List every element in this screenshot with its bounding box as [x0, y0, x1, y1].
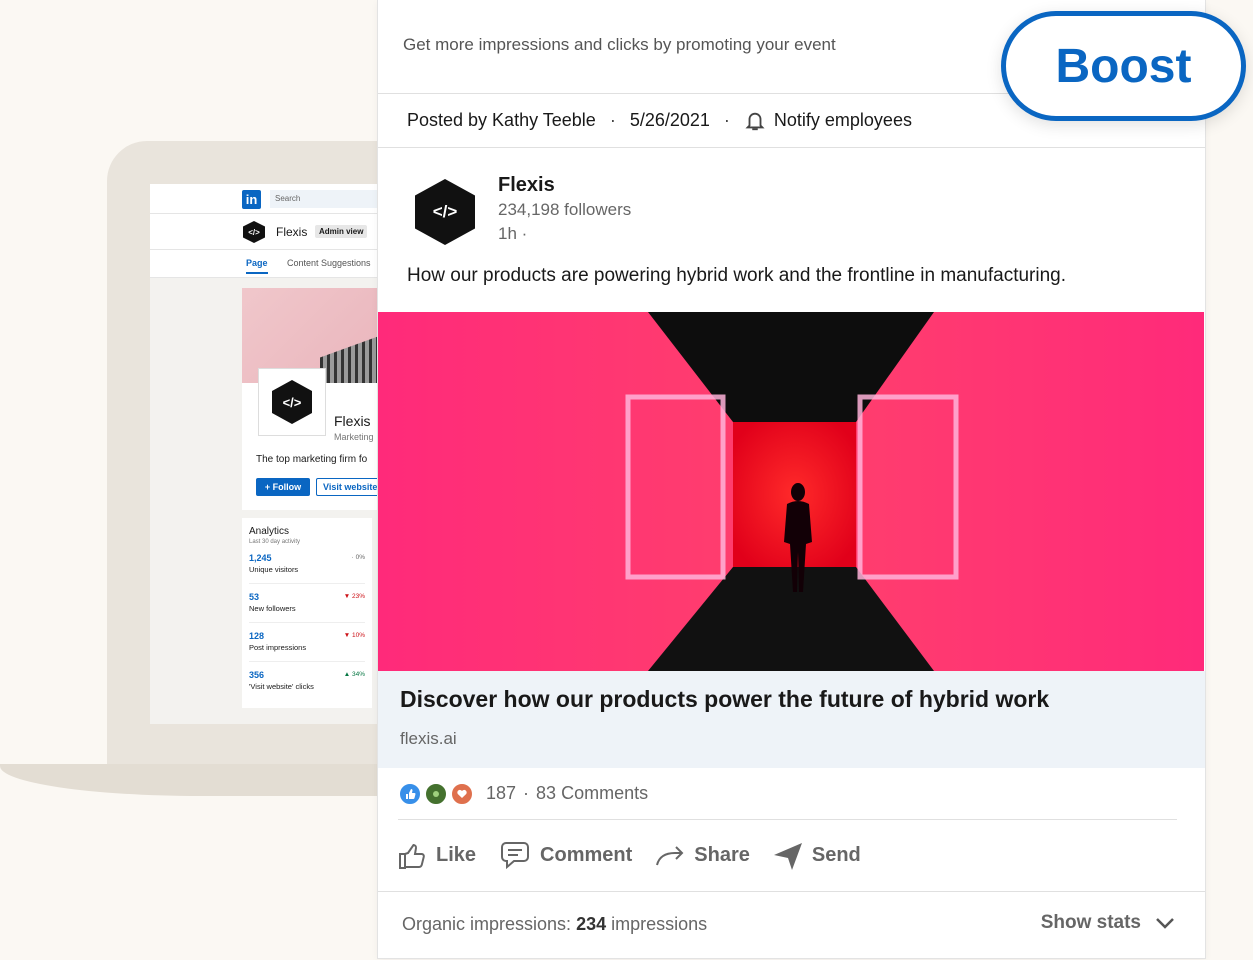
link-title[interactable]: Discover how our products power the futu…: [400, 686, 1049, 713]
send-label: Send: [811, 844, 861, 866]
send-button[interactable]: Send: [772, 840, 861, 872]
stat-label: Post impressions: [249, 643, 307, 652]
page-logo: </>: [258, 368, 326, 436]
company-name: Flexis: [276, 225, 308, 239]
stat-delta: ▲ 34%: [343, 671, 365, 678]
reaction-icons[interactable]: [398, 781, 476, 806]
tab-page[interactable]: Page: [246, 258, 268, 274]
thumbs-up-icon: [399, 843, 425, 869]
analytics-stat[interactable]: 53 New followers ▼ 23%: [249, 584, 365, 623]
show-stats-button[interactable]: Show stats: [1041, 912, 1175, 934]
stat-value: 53: [249, 592, 260, 602]
link-preview[interactable]: Discover how our products power the futu…: [378, 671, 1205, 768]
like-button[interactable]: Like: [396, 840, 476, 872]
comment-icon: [501, 841, 530, 869]
post-author: </> Flexis 234,198 followers 1h ·: [378, 148, 1205, 260]
stat-value: 128: [249, 631, 265, 641]
admin-view-badge[interactable]: Admin view: [315, 225, 368, 238]
comment-label: Comment: [540, 844, 633, 866]
company-logo-icon: </>: [243, 221, 265, 243]
separator: ·: [723, 110, 730, 130]
analytics-stat[interactable]: 1,245 Unique visitors · 0%: [249, 545, 365, 584]
post-date: 5/26/2021: [629, 110, 710, 130]
social-counts: 187 · 83 Comments: [398, 768, 1177, 820]
company-logo-icon: </>: [272, 380, 312, 424]
tab-content-suggestions[interactable]: Content Suggestions: [287, 258, 371, 268]
post-time: 1h ·: [498, 224, 528, 243]
comment-button[interactable]: Comment: [498, 841, 632, 871]
page-industry: Marketing: [334, 432, 374, 442]
comment-count[interactable]: 83 Comments: [536, 783, 648, 804]
post-stats-bar: Organic impressions: 234 impressions Sho…: [378, 892, 1205, 956]
share-label: Share: [694, 844, 750, 866]
stat-label: 'Visit website' clicks: [249, 682, 314, 691]
show-stats-label: Show stats: [1040, 912, 1141, 933]
page-tagline: The top marketing firm fo: [256, 454, 368, 465]
send-icon: [773, 842, 802, 870]
stat-delta: ▼ 10%: [343, 632, 365, 639]
love-reaction-icon: [450, 781, 474, 806]
stat-label: New followers: [249, 604, 296, 613]
separator: ·: [609, 110, 616, 130]
follow-button[interactable]: + Follow: [256, 478, 310, 496]
link-domain: flexis.ai: [400, 729, 457, 748]
analytics-stat[interactable]: 128 Post impressions ▼ 10%: [249, 623, 365, 662]
company-logo-icon[interactable]: </>: [415, 179, 475, 245]
post-text: How our products are powering hybrid wor…: [407, 265, 1067, 286]
analytics-stat[interactable]: 356 'Visit website' clicks ▲ 34%: [249, 662, 365, 701]
page-name: Flexis: [334, 413, 371, 429]
post-card: Get more impressions and clicks by promo…: [378, 0, 1205, 958]
notify-employees-link[interactable]: Notify employees: [774, 110, 912, 131]
analytics-title: Analytics: [249, 526, 290, 537]
promotion-text: Get more impressions and clicks by promo…: [403, 35, 836, 54]
like-label: Like: [436, 844, 477, 866]
stat-delta: ▼ 23%: [343, 593, 365, 600]
stat-label: Unique visitors: [249, 565, 299, 574]
like-reaction-icon: [398, 781, 422, 806]
post-actions: Like Comment Share Send: [378, 820, 1205, 892]
post-image[interactable]: [378, 312, 1204, 671]
posted-by: Posted by Kathy Teeble: [407, 110, 596, 130]
reaction-count[interactable]: 187: [486, 783, 516, 804]
stat-delta: · 0%: [351, 554, 365, 561]
stat-value: 356: [249, 670, 265, 680]
boost-button[interactable]: Boost: [1001, 11, 1246, 121]
bell-icon[interactable]: [744, 110, 766, 132]
share-icon: [656, 845, 684, 865]
neon-tunnel-image: [378, 312, 1204, 671]
stat-value: 1,245: [249, 553, 272, 563]
chevron-down-icon: [1156, 918, 1174, 929]
organic-unit: impressions: [611, 914, 708, 934]
share-button[interactable]: Share: [654, 841, 750, 871]
separator: ·: [523, 783, 530, 803]
follower-count: 234,198 followers: [498, 200, 632, 219]
linkedin-logo-icon[interactable]: in: [242, 190, 261, 209]
celebrate-reaction-icon: [424, 781, 448, 806]
author-name[interactable]: Flexis: [498, 174, 555, 197]
analytics-card: Analytics Last 30 day activity 1,245 Uni…: [242, 518, 372, 708]
organic-impressions: Organic impressions: 234 impressions: [402, 914, 707, 935]
organic-label: Organic impressions:: [402, 914, 572, 934]
organic-value: 234: [576, 914, 607, 934]
